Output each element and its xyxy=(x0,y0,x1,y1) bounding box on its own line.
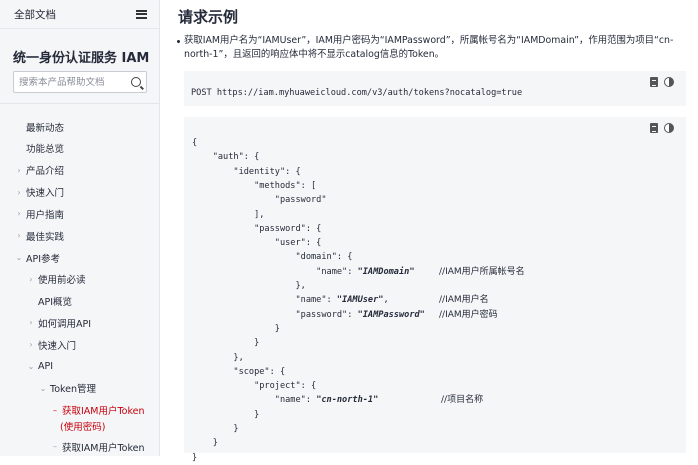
description-item: 获取IAM用户名为“IAMUser”，IAM用户密码为“IAMPassword”… xyxy=(174,34,688,62)
sidebar-item[interactable]: 功能总览 xyxy=(14,142,64,155)
request-code-block: POST https://iam.myhuaweicloud.com/v3/au… xyxy=(184,71,686,106)
sidebar-item-label: 获取IAM用户Token xyxy=(62,442,145,454)
code-line: "methods": [ xyxy=(192,180,317,191)
sidebar-item[interactable]: › 使用前必读 xyxy=(26,273,86,287)
sidebar-item[interactable]: ⌄ API xyxy=(26,360,53,373)
code-comment: //项目名称 xyxy=(441,395,484,406)
sidebar-item[interactable]: ⌄ Token管理 xyxy=(38,382,97,396)
chevron-right-icon: › xyxy=(17,165,21,175)
sidebar-item-label: API参考 xyxy=(26,253,61,265)
code-line: "name": "IAMDomain" xyxy=(192,266,415,277)
code-line: ], xyxy=(192,209,265,220)
code-line: "name": "IAMUser", xyxy=(192,295,389,306)
sidebar-item-label: 获取IAM用户Token xyxy=(62,406,145,418)
description-text: 获取IAM用户名为“IAMUser”，IAM用户密码为“IAMPassword”… xyxy=(184,35,674,60)
code-value: "IAMDomain" xyxy=(357,266,415,277)
code-line: } xyxy=(192,424,239,434)
sidebar-item-label: 最佳实践 xyxy=(26,231,65,243)
sidebar-item-label: 快速入门 xyxy=(38,340,77,352)
chevron-down-icon: ⌄ xyxy=(15,253,23,262)
sidebar-item[interactable]: › 用户指南 xyxy=(14,207,65,221)
bullet-icon xyxy=(177,40,180,43)
sidebar-item-label: API概览 xyxy=(38,297,73,309)
sidebar-item-label: 产品介绍 xyxy=(26,166,65,178)
sidebar-item[interactable]: 最新动态 xyxy=(14,120,65,134)
code-line: "password": { xyxy=(192,223,322,234)
sidebar-item[interactable]: › 最佳实践 xyxy=(14,229,65,243)
sidebar-item[interactable]: – 获取IAM用户Token xyxy=(50,440,145,454)
code-line: } xyxy=(192,438,218,449)
code-comment: //IAM用户所属帐号名 xyxy=(439,266,525,277)
code-line: } xyxy=(192,409,260,420)
body-code-block: { "auth": { "identity": { "methods": [ "… xyxy=(184,117,686,463)
code-line: "scope": { xyxy=(192,366,286,377)
sidebar-item[interactable]: ⌄ API参考 xyxy=(14,251,61,265)
theme-toggle-icon[interactable] xyxy=(664,77,674,87)
sidebar-header: 全部文档 xyxy=(0,0,159,29)
sidebar-item-label: 功能总览 xyxy=(26,144,65,156)
all-docs-link[interactable]: 全部文档 xyxy=(14,7,56,22)
sidebar-item[interactable]: › 快速入门 xyxy=(26,338,77,352)
sidebar-item[interactable]: › 产品介绍 xyxy=(14,164,65,178)
sidebar: 全部文档 统一身份认证服务 IAM 最新动态功能总览 › 产品介绍 › 快速入门 › 用户指… xyxy=(0,0,160,456)
code-line: "name": "cn-north-1" xyxy=(192,395,379,406)
code-line: { xyxy=(192,138,198,148)
chevron-down-icon: ⌄ xyxy=(39,383,47,393)
code-value: "cn-north-1" xyxy=(316,395,379,406)
document-icon[interactable] xyxy=(650,77,658,87)
code-line: }, xyxy=(192,352,244,363)
search-input[interactable] xyxy=(19,76,119,88)
page-title: 请求示例 xyxy=(178,8,239,26)
chevron-right-icon: › xyxy=(17,209,21,219)
chevron-down-icon: ⌄ xyxy=(27,362,35,371)
sidebar-item-label: 用户指南 xyxy=(26,209,65,221)
sidebar-item-label: 最新动态 xyxy=(26,122,65,134)
code-line: "identity": { xyxy=(192,166,301,177)
chevron-right-icon: › xyxy=(29,274,33,284)
sidebar-item[interactable]: › 如何调用API xyxy=(26,316,92,330)
code-line: "domain": { xyxy=(192,252,353,263)
code-comment: //IAM用户名 xyxy=(439,295,489,306)
dash-icon: – xyxy=(53,442,57,452)
code-comment: //IAM用户密码 xyxy=(439,309,498,320)
menu-icon[interactable] xyxy=(136,9,147,19)
code-line: "password": "IAMPassword" xyxy=(192,309,425,320)
sidebar-item[interactable]: – 获取IAM用户Token xyxy=(50,404,145,418)
dash-icon: – xyxy=(53,405,57,415)
sidebar-item-label: 使用前必读 xyxy=(38,275,86,287)
sidebar-item-label: 快速入门 xyxy=(26,188,65,200)
code-value: "IAMPassword" xyxy=(357,309,425,320)
chevron-right-icon: › xyxy=(17,187,21,197)
sidebar-item-label: 如何调用API xyxy=(38,318,92,330)
code-line: "user": { xyxy=(192,238,322,249)
search-box[interactable] xyxy=(13,71,147,93)
chevron-right-icon: › xyxy=(17,231,21,241)
chevron-right-icon: › xyxy=(29,318,33,328)
sidebar-divider xyxy=(0,103,159,104)
code-line: "project": { xyxy=(192,381,317,392)
product-title: 统一身份认证服务 IAM xyxy=(13,51,150,66)
sidebar-item-label: Token管理 xyxy=(50,384,97,396)
request-line: POST https://iam.myhuaweicloud.com/v3/au… xyxy=(191,88,523,98)
code-value: "IAMUser" xyxy=(336,295,384,306)
code-line: } xyxy=(192,323,280,334)
theme-toggle-icon[interactable] xyxy=(664,123,674,133)
sidebar-item[interactable]: › 快速入门 xyxy=(14,186,65,200)
code-line: "password" xyxy=(192,195,327,206)
sidebar-item-label-continued: (使用密码) xyxy=(60,421,106,433)
sidebar-item-label: API xyxy=(38,361,54,372)
code-line: }, xyxy=(192,281,306,291)
sidebar-item[interactable]: API概览 xyxy=(26,295,72,308)
chevron-right-icon: › xyxy=(29,340,33,350)
document-icon[interactable] xyxy=(650,123,658,133)
code-line: } xyxy=(192,338,260,349)
search-icon[interactable] xyxy=(131,77,141,87)
code-line: "auth": { xyxy=(192,152,260,163)
code-line: } xyxy=(192,452,198,463)
